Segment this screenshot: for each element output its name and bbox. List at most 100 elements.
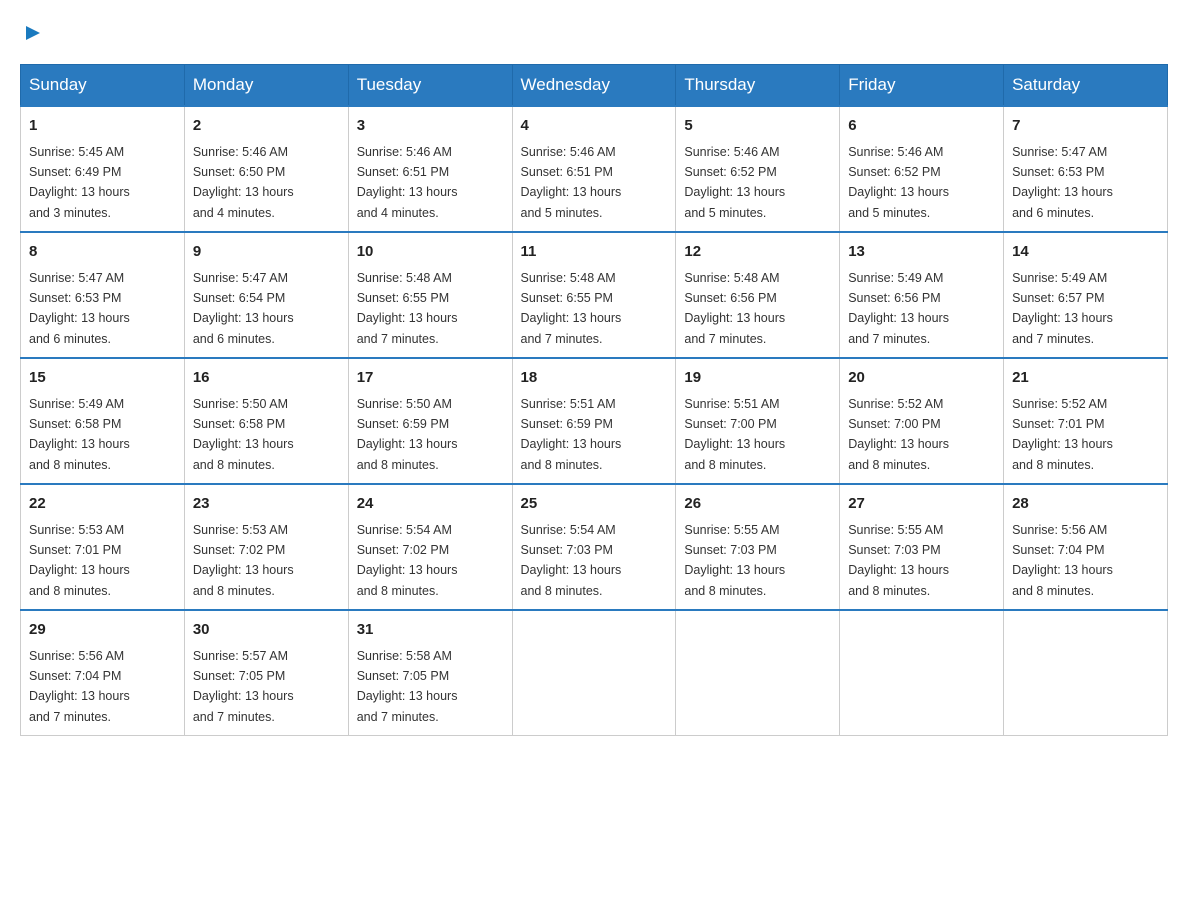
calendar-cell: 23 Sunrise: 5:53 AMSunset: 7:02 PMDaylig… — [184, 484, 348, 610]
day-number: 4 — [521, 115, 668, 138]
day-info: Sunrise: 5:47 AMSunset: 6:54 PMDaylight:… — [193, 271, 294, 346]
calendar-cell: 29 Sunrise: 5:56 AMSunset: 7:04 PMDaylig… — [21, 610, 185, 736]
day-number: 6 — [848, 115, 995, 138]
day-info: Sunrise: 5:49 AMSunset: 6:56 PMDaylight:… — [848, 271, 949, 346]
calendar-cell: 1 Sunrise: 5:45 AMSunset: 6:49 PMDayligh… — [21, 106, 185, 232]
week-row-4: 22 Sunrise: 5:53 AMSunset: 7:01 PMDaylig… — [21, 484, 1168, 610]
day-info: Sunrise: 5:56 AMSunset: 7:04 PMDaylight:… — [29, 649, 130, 724]
weekday-header-saturday: Saturday — [1004, 65, 1168, 107]
calendar-cell: 11 Sunrise: 5:48 AMSunset: 6:55 PMDaylig… — [512, 232, 676, 358]
week-row-3: 15 Sunrise: 5:49 AMSunset: 6:58 PMDaylig… — [21, 358, 1168, 484]
calendar-cell: 15 Sunrise: 5:49 AMSunset: 6:58 PMDaylig… — [21, 358, 185, 484]
week-row-1: 1 Sunrise: 5:45 AMSunset: 6:49 PMDayligh… — [21, 106, 1168, 232]
calendar-cell: 10 Sunrise: 5:48 AMSunset: 6:55 PMDaylig… — [348, 232, 512, 358]
calendar-cell: 21 Sunrise: 5:52 AMSunset: 7:01 PMDaylig… — [1004, 358, 1168, 484]
calendar-cell — [512, 610, 676, 736]
calendar-cell: 17 Sunrise: 5:50 AMSunset: 6:59 PMDaylig… — [348, 358, 512, 484]
page-header — [20, 20, 1168, 44]
day-info: Sunrise: 5:46 AMSunset: 6:51 PMDaylight:… — [357, 145, 458, 220]
logo-triangle-icon — [22, 22, 44, 44]
calendar-cell: 12 Sunrise: 5:48 AMSunset: 6:56 PMDaylig… — [676, 232, 840, 358]
calendar-cell: 18 Sunrise: 5:51 AMSunset: 6:59 PMDaylig… — [512, 358, 676, 484]
weekday-header-row: SundayMondayTuesdayWednesdayThursdayFrid… — [21, 65, 1168, 107]
day-number: 25 — [521, 493, 668, 516]
day-info: Sunrise: 5:49 AMSunset: 6:58 PMDaylight:… — [29, 397, 130, 472]
day-info: Sunrise: 5:55 AMSunset: 7:03 PMDaylight:… — [684, 523, 785, 598]
day-number: 20 — [848, 367, 995, 390]
day-info: Sunrise: 5:45 AMSunset: 6:49 PMDaylight:… — [29, 145, 130, 220]
day-number: 5 — [684, 115, 831, 138]
day-number: 26 — [684, 493, 831, 516]
day-number: 30 — [193, 619, 340, 642]
day-info: Sunrise: 5:49 AMSunset: 6:57 PMDaylight:… — [1012, 271, 1113, 346]
day-info: Sunrise: 5:46 AMSunset: 6:50 PMDaylight:… — [193, 145, 294, 220]
calendar-cell — [676, 610, 840, 736]
calendar-cell: 22 Sunrise: 5:53 AMSunset: 7:01 PMDaylig… — [21, 484, 185, 610]
calendar-cell: 3 Sunrise: 5:46 AMSunset: 6:51 PMDayligh… — [348, 106, 512, 232]
day-info: Sunrise: 5:51 AMSunset: 6:59 PMDaylight:… — [521, 397, 622, 472]
calendar-cell: 27 Sunrise: 5:55 AMSunset: 7:03 PMDaylig… — [840, 484, 1004, 610]
day-number: 21 — [1012, 367, 1159, 390]
day-number: 13 — [848, 241, 995, 264]
day-number: 1 — [29, 115, 176, 138]
weekday-header-sunday: Sunday — [21, 65, 185, 107]
day-number: 28 — [1012, 493, 1159, 516]
day-info: Sunrise: 5:54 AMSunset: 7:03 PMDaylight:… — [521, 523, 622, 598]
calendar-cell: 14 Sunrise: 5:49 AMSunset: 6:57 PMDaylig… — [1004, 232, 1168, 358]
day-number: 12 — [684, 241, 831, 264]
day-number: 8 — [29, 241, 176, 264]
day-info: Sunrise: 5:48 AMSunset: 6:56 PMDaylight:… — [684, 271, 785, 346]
calendar-cell — [840, 610, 1004, 736]
weekday-header-friday: Friday — [840, 65, 1004, 107]
day-info: Sunrise: 5:52 AMSunset: 7:00 PMDaylight:… — [848, 397, 949, 472]
calendar-cell: 24 Sunrise: 5:54 AMSunset: 7:02 PMDaylig… — [348, 484, 512, 610]
calendar-cell: 16 Sunrise: 5:50 AMSunset: 6:58 PMDaylig… — [184, 358, 348, 484]
day-number: 9 — [193, 241, 340, 264]
logo — [20, 20, 44, 44]
day-number: 18 — [521, 367, 668, 390]
day-number: 15 — [29, 367, 176, 390]
calendar-cell: 2 Sunrise: 5:46 AMSunset: 6:50 PMDayligh… — [184, 106, 348, 232]
day-info: Sunrise: 5:53 AMSunset: 7:02 PMDaylight:… — [193, 523, 294, 598]
calendar-cell: 8 Sunrise: 5:47 AMSunset: 6:53 PMDayligh… — [21, 232, 185, 358]
calendar-cell: 5 Sunrise: 5:46 AMSunset: 6:52 PMDayligh… — [676, 106, 840, 232]
calendar-cell: 19 Sunrise: 5:51 AMSunset: 7:00 PMDaylig… — [676, 358, 840, 484]
day-number: 23 — [193, 493, 340, 516]
day-number: 22 — [29, 493, 176, 516]
day-number: 17 — [357, 367, 504, 390]
calendar-cell: 25 Sunrise: 5:54 AMSunset: 7:03 PMDaylig… — [512, 484, 676, 610]
day-number: 31 — [357, 619, 504, 642]
day-info: Sunrise: 5:47 AMSunset: 6:53 PMDaylight:… — [29, 271, 130, 346]
day-info: Sunrise: 5:55 AMSunset: 7:03 PMDaylight:… — [848, 523, 949, 598]
day-info: Sunrise: 5:58 AMSunset: 7:05 PMDaylight:… — [357, 649, 458, 724]
calendar-cell: 6 Sunrise: 5:46 AMSunset: 6:52 PMDayligh… — [840, 106, 1004, 232]
day-number: 29 — [29, 619, 176, 642]
day-number: 7 — [1012, 115, 1159, 138]
calendar-cell: 26 Sunrise: 5:55 AMSunset: 7:03 PMDaylig… — [676, 484, 840, 610]
day-number: 10 — [357, 241, 504, 264]
calendar-cell: 9 Sunrise: 5:47 AMSunset: 6:54 PMDayligh… — [184, 232, 348, 358]
weekday-header-thursday: Thursday — [676, 65, 840, 107]
calendar-cell: 31 Sunrise: 5:58 AMSunset: 7:05 PMDaylig… — [348, 610, 512, 736]
day-number: 24 — [357, 493, 504, 516]
week-row-5: 29 Sunrise: 5:56 AMSunset: 7:04 PMDaylig… — [21, 610, 1168, 736]
day-info: Sunrise: 5:48 AMSunset: 6:55 PMDaylight:… — [521, 271, 622, 346]
day-info: Sunrise: 5:46 AMSunset: 6:52 PMDaylight:… — [684, 145, 785, 220]
day-number: 16 — [193, 367, 340, 390]
week-row-2: 8 Sunrise: 5:47 AMSunset: 6:53 PMDayligh… — [21, 232, 1168, 358]
day-number: 19 — [684, 367, 831, 390]
day-info: Sunrise: 5:51 AMSunset: 7:00 PMDaylight:… — [684, 397, 785, 472]
calendar-cell: 7 Sunrise: 5:47 AMSunset: 6:53 PMDayligh… — [1004, 106, 1168, 232]
weekday-header-wednesday: Wednesday — [512, 65, 676, 107]
day-info: Sunrise: 5:50 AMSunset: 6:59 PMDaylight:… — [357, 397, 458, 472]
day-info: Sunrise: 5:53 AMSunset: 7:01 PMDaylight:… — [29, 523, 130, 598]
day-number: 2 — [193, 115, 340, 138]
weekday-header-tuesday: Tuesday — [348, 65, 512, 107]
calendar-cell: 4 Sunrise: 5:46 AMSunset: 6:51 PMDayligh… — [512, 106, 676, 232]
calendar-cell: 28 Sunrise: 5:56 AMSunset: 7:04 PMDaylig… — [1004, 484, 1168, 610]
calendar-cell — [1004, 610, 1168, 736]
day-info: Sunrise: 5:47 AMSunset: 6:53 PMDaylight:… — [1012, 145, 1113, 220]
day-info: Sunrise: 5:52 AMSunset: 7:01 PMDaylight:… — [1012, 397, 1113, 472]
weekday-header-monday: Monday — [184, 65, 348, 107]
calendar-cell: 13 Sunrise: 5:49 AMSunset: 6:56 PMDaylig… — [840, 232, 1004, 358]
